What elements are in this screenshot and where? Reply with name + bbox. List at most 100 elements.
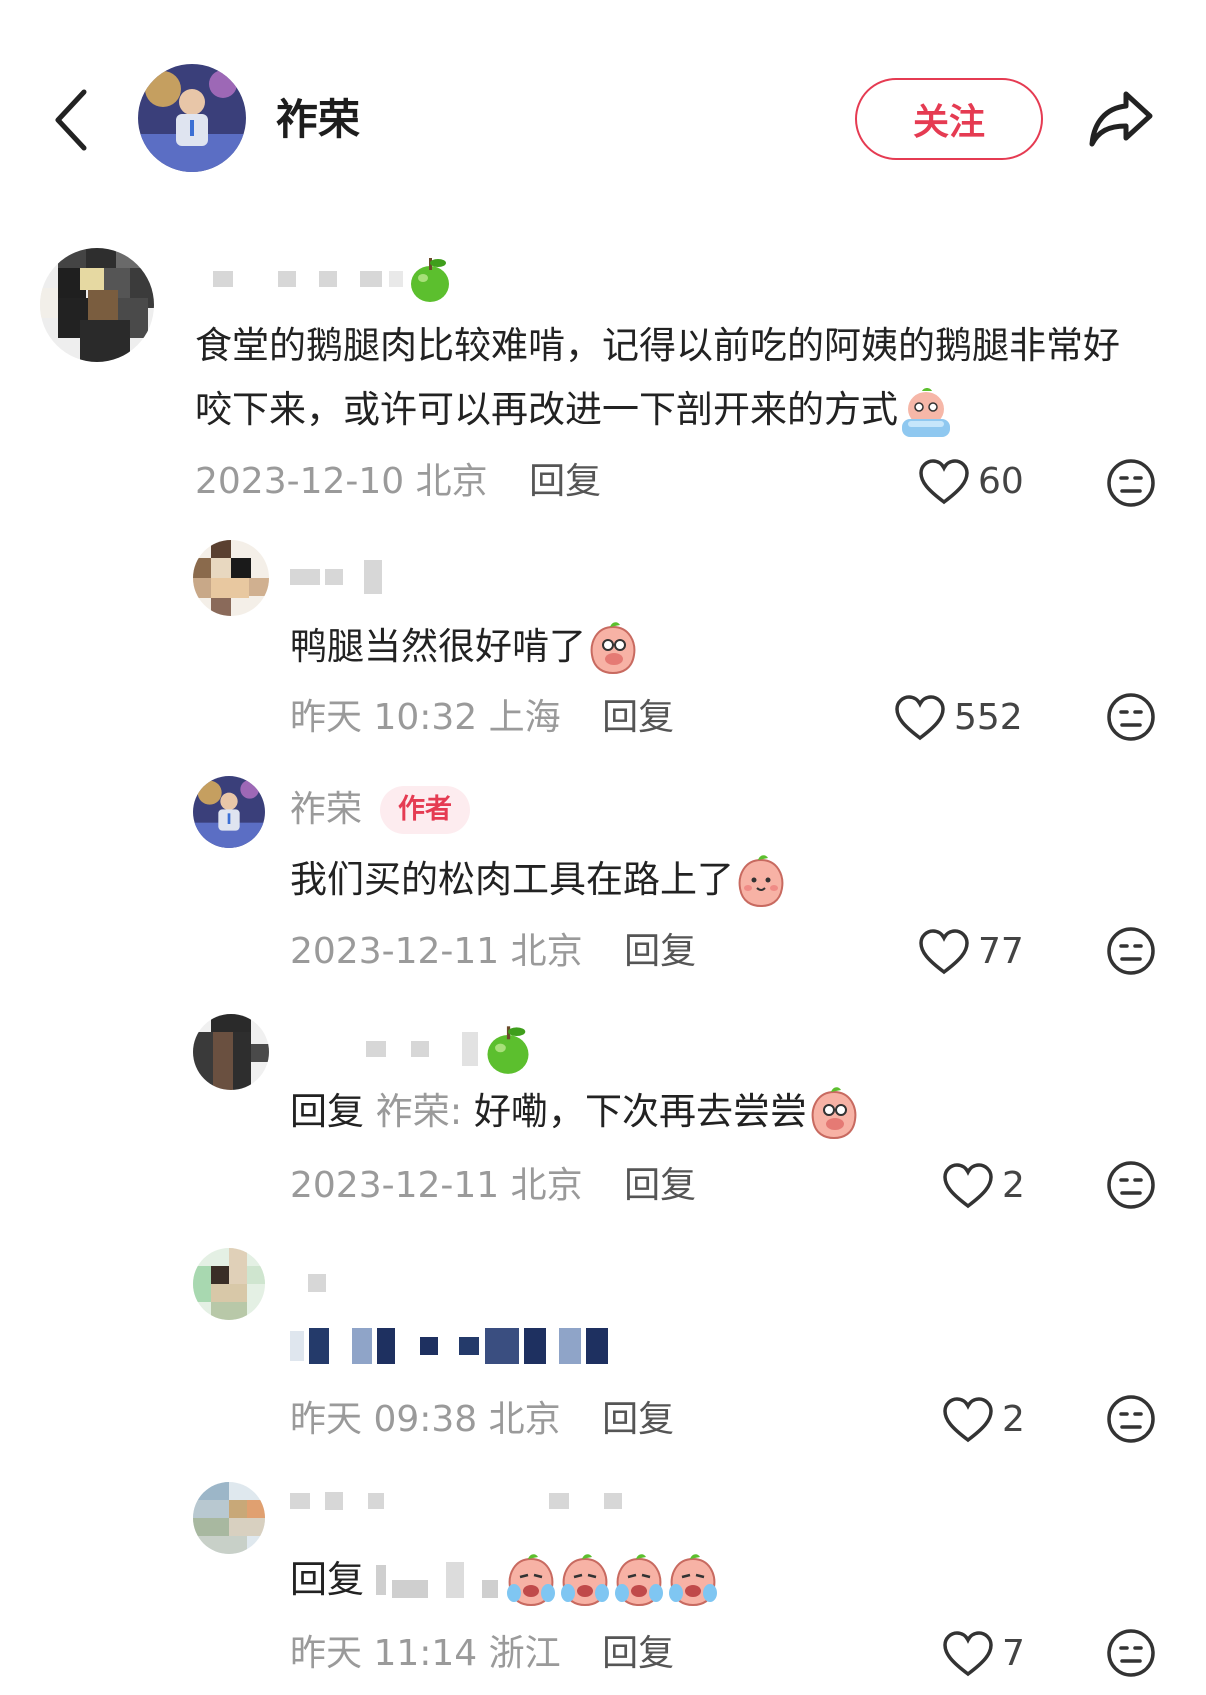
- like-button[interactable]: 77: [918, 928, 1024, 976]
- comment-date: 昨天 11:14: [290, 1633, 478, 1674]
- heart-icon: [919, 459, 969, 505]
- dislike-button[interactable]: [1106, 1394, 1156, 1444]
- comment-meta: 昨天 09:38 北京 回复: [290, 1396, 674, 1444]
- heart-icon: [943, 1163, 993, 1209]
- commenter-avatar[interactable]: [193, 1248, 265, 1320]
- dislike-face-icon: [1107, 1629, 1155, 1677]
- back-arrow-icon: [55, 89, 87, 151]
- comment-text: 食堂的鹅腿肉比较难啃，记得以前吃的阿姨的鹅腿非常好咬下来，或许可以再改进一下剖开…: [195, 314, 1155, 442]
- pixelated-avatar: [193, 1248, 265, 1320]
- dislike-face-icon: [1107, 693, 1155, 741]
- avatar-image: [138, 64, 246, 172]
- commenter-username[interactable]: [290, 560, 383, 600]
- like-count: 77: [978, 931, 1024, 972]
- back-button[interactable]: [52, 88, 92, 152]
- reply-button[interactable]: 回复: [602, 697, 674, 738]
- heart-icon: [943, 1631, 993, 1677]
- commenter-username[interactable]: 祚荣: [290, 786, 362, 834]
- like-button[interactable]: 60: [918, 458, 1024, 506]
- comment-text: 我们买的松肉工具在路上了: [290, 848, 788, 912]
- peach-emoji-icon: [738, 854, 784, 907]
- author-badge: 作者: [380, 786, 471, 834]
- heart-icon: [943, 1397, 993, 1443]
- peach-emoji-icon: [590, 621, 636, 674]
- reply-target[interactable]: 祚荣:: [376, 1090, 462, 1133]
- heart-icon: [919, 929, 969, 975]
- commenter-avatar[interactable]: [193, 1482, 265, 1554]
- author-avatar[interactable]: [193, 776, 265, 848]
- like-button[interactable]: 7: [942, 1630, 1025, 1678]
- comment-date: 2023-12-10: [195, 461, 405, 502]
- comment-date: 2023-12-11: [290, 931, 500, 972]
- comment-location: 上海: [488, 697, 561, 738]
- reply-button[interactable]: 回复: [602, 1633, 674, 1674]
- dislike-face-icon: [1107, 459, 1155, 507]
- comment-meta: 2023-12-10 北京 回复: [195, 458, 601, 506]
- comment-date: 昨天 10:32: [290, 697, 478, 738]
- apple-icon: [487, 1026, 529, 1074]
- reply-button[interactable]: 回复: [602, 1399, 674, 1440]
- like-count: 60: [978, 461, 1024, 502]
- author-avatar[interactable]: [138, 64, 246, 172]
- dislike-button[interactable]: [1106, 692, 1156, 742]
- comment-meta: 昨天 10:32 上海 回复: [290, 694, 674, 742]
- emoji-row: [504, 1553, 720, 1607]
- comment-location: 北京: [510, 931, 583, 972]
- comment-meta: 2023-12-11 北京 回复: [290, 928, 696, 976]
- reply-prefix: 回复: [290, 1558, 364, 1601]
- comment-location: 北京: [488, 1399, 561, 1440]
- reply-prefix: 回复: [290, 1090, 364, 1133]
- heart-icon: [895, 695, 945, 741]
- avatar-image: [193, 776, 265, 848]
- pixelated-avatar: [193, 540, 269, 616]
- like-count: 2: [1002, 1399, 1025, 1440]
- reply-button[interactable]: 回复: [624, 1165, 696, 1206]
- commenter-username[interactable]: [195, 254, 452, 306]
- commenter-avatar[interactable]: [193, 1014, 269, 1090]
- dislike-face-icon: [1107, 1395, 1155, 1443]
- reply-button[interactable]: 回复: [529, 461, 601, 502]
- peach-emoji-icon: [811, 1086, 857, 1139]
- pixelated-avatar: [40, 248, 154, 362]
- comment-location: 浙江: [488, 1633, 561, 1674]
- like-count: 552: [954, 697, 1023, 738]
- comment-text-redacted: [290, 1328, 608, 1372]
- peach-crying-emoji-icon: [507, 1554, 555, 1607]
- comment-text: 回复: [290, 1548, 720, 1612]
- comment-meta: 2023-12-11 北京 回复: [290, 1162, 696, 1210]
- apple-icon: [411, 258, 450, 302]
- like-count: 2: [1002, 1165, 1025, 1206]
- peach-crying-emoji-icon: [615, 1554, 663, 1607]
- peach-crying-emoji-icon: [669, 1554, 717, 1607]
- dislike-button[interactable]: [1106, 1628, 1156, 1678]
- dislike-face-icon: [1107, 1161, 1155, 1209]
- comment-location: 北京: [415, 461, 488, 502]
- commenter-avatar[interactable]: [193, 540, 269, 616]
- like-button[interactable]: 2: [942, 1162, 1025, 1210]
- pixelated-avatar: [193, 1482, 265, 1554]
- commenter-username[interactable]: [290, 1022, 533, 1078]
- pixelated-avatar: [193, 1014, 269, 1090]
- dislike-button[interactable]: [1106, 926, 1156, 976]
- like-count: 7: [1002, 1633, 1025, 1674]
- dislike-button[interactable]: [1106, 1160, 1156, 1210]
- comment-date: 昨天 09:38: [290, 1399, 478, 1440]
- peach-crying-emoji-icon: [561, 1554, 609, 1607]
- commenter-username[interactable]: [290, 1490, 623, 1534]
- follow-button[interactable]: 关注: [855, 78, 1043, 160]
- comment-header: 祚荣 作者: [290, 786, 471, 834]
- comment-text: 回复 祚荣: 好嘞，下次再去尝尝: [290, 1080, 861, 1144]
- share-icon: [1089, 91, 1153, 147]
- share-button[interactable]: [1086, 86, 1156, 150]
- comment-meta: 昨天 11:14 浙江 回复: [290, 1630, 674, 1678]
- comment-location: 北京: [510, 1165, 583, 1206]
- author-name[interactable]: 祚荣: [276, 92, 360, 148]
- peach-crying-emoji-icon: [902, 387, 950, 437]
- reply-button[interactable]: 回复: [624, 931, 696, 972]
- commenter-avatar[interactable]: [40, 248, 154, 362]
- like-button[interactable]: 552: [894, 694, 1023, 742]
- dislike-button[interactable]: [1106, 458, 1156, 508]
- commenter-username[interactable]: [290, 1272, 326, 1292]
- comment-text: 鸭腿当然很好啃了: [290, 615, 640, 679]
- like-button[interactable]: 2: [942, 1396, 1025, 1444]
